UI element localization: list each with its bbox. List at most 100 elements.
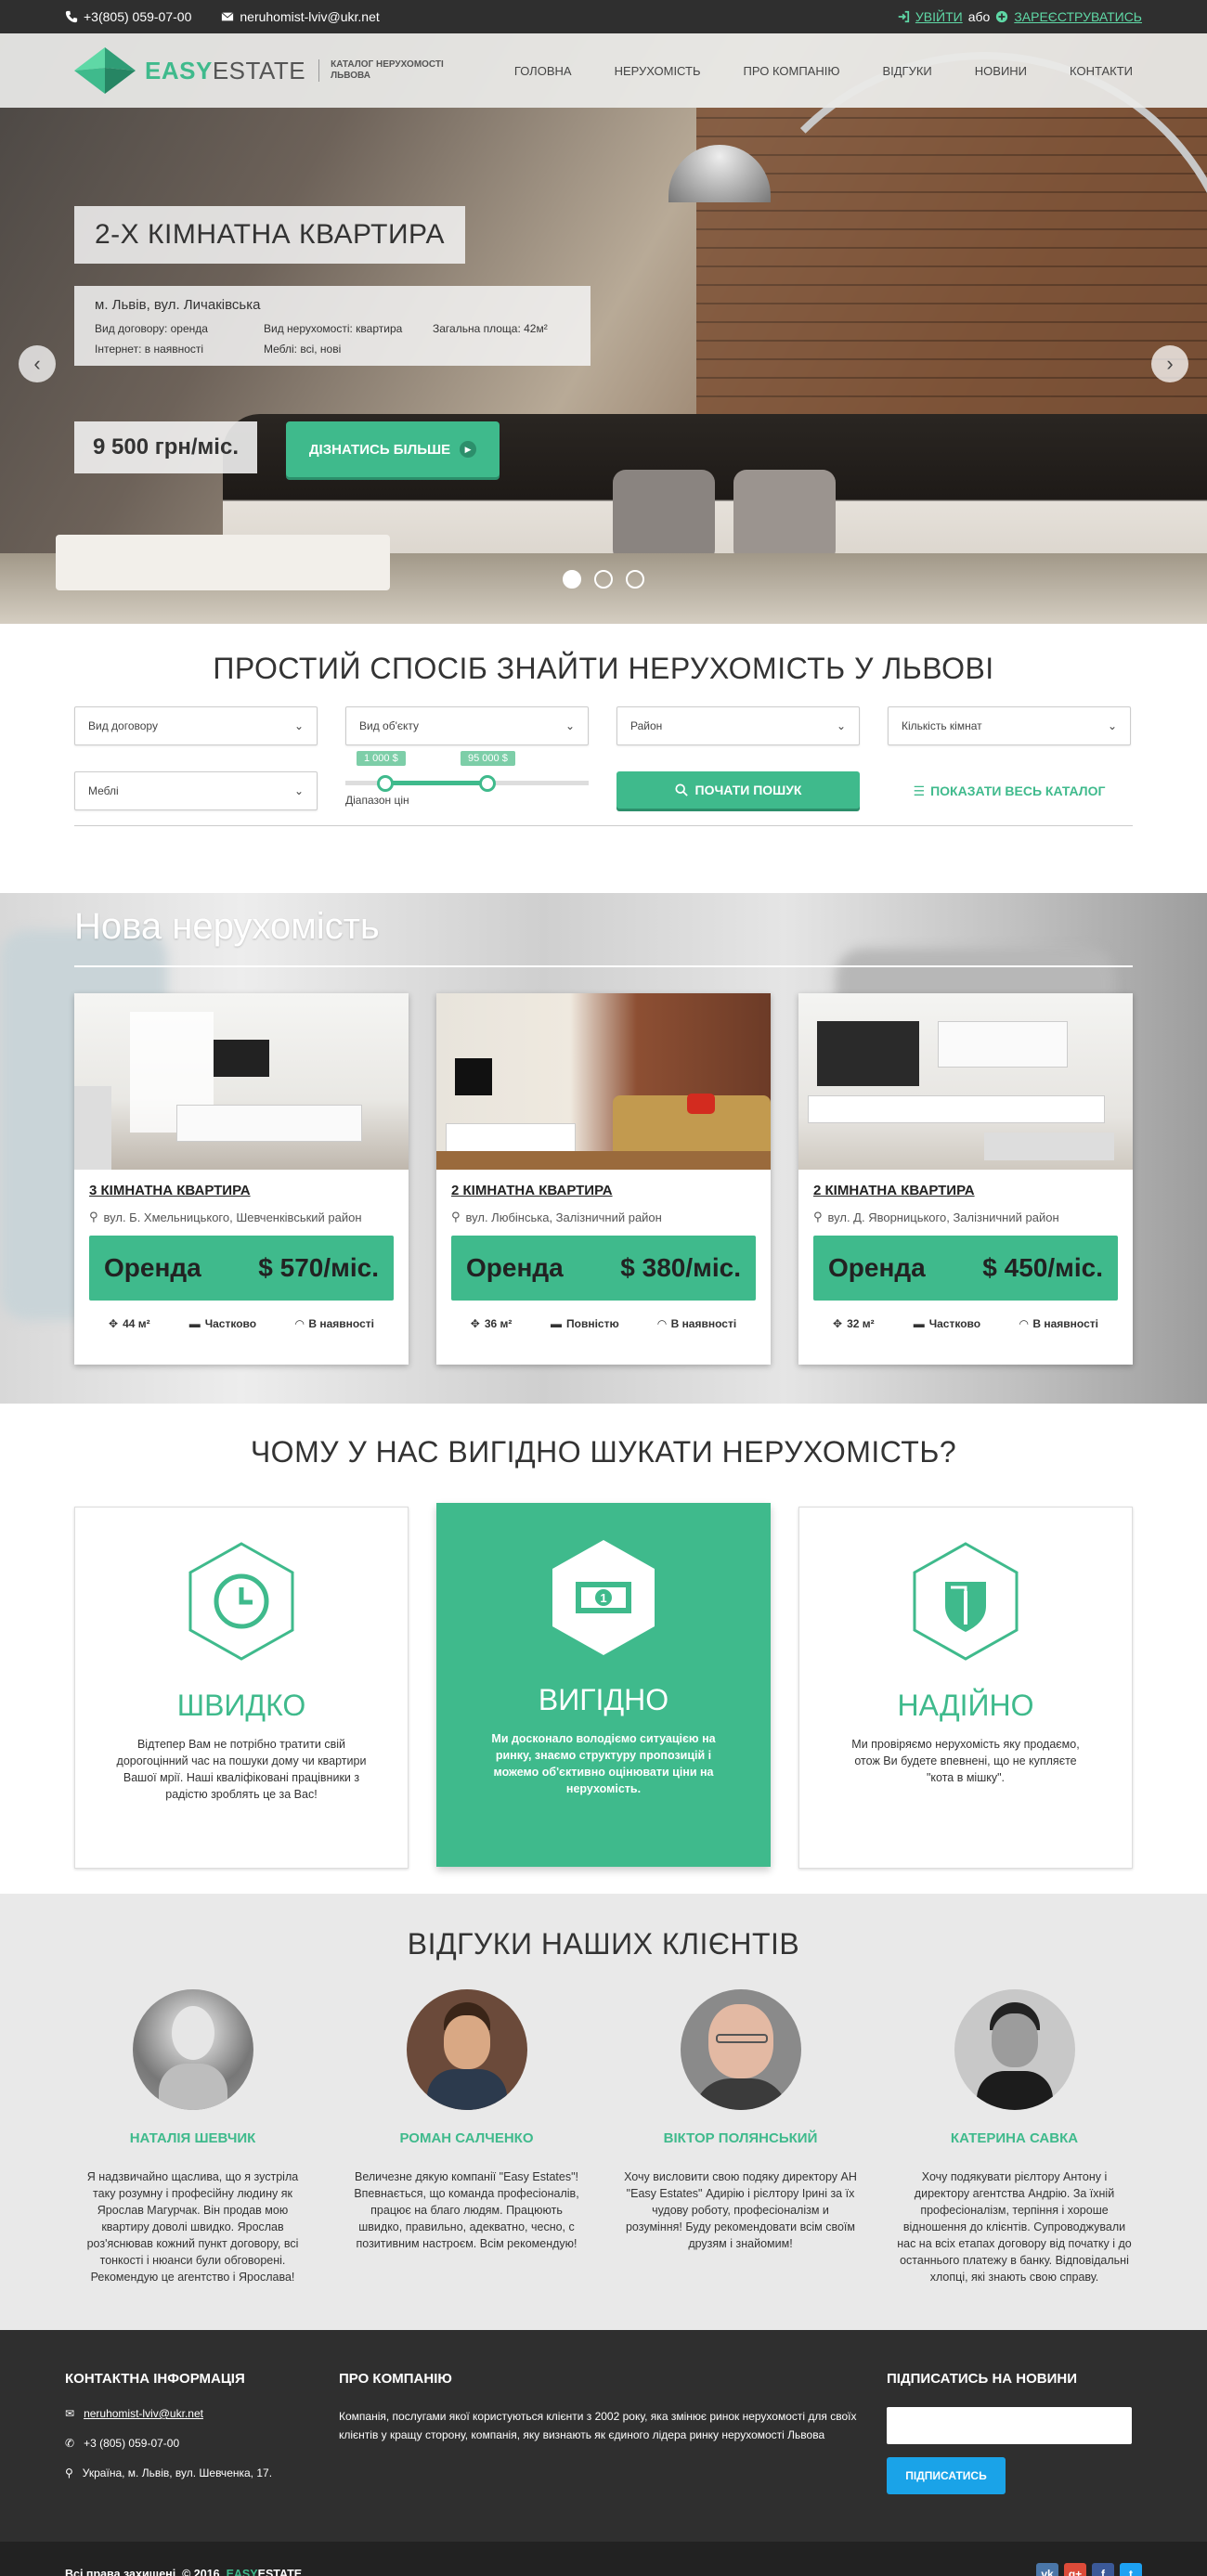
- slider-dot[interactable]: [563, 570, 581, 589]
- hero-photo-pillow: [733, 470, 836, 563]
- footer: КОНТАКТНА ІНФОРМАЦІЯ ✉ neruhomist-lviv@uk…: [0, 2330, 1207, 2542]
- select-value: Вид об'єкту: [359, 719, 420, 732]
- list-icon: ☰: [913, 783, 926, 798]
- copyright-brand-easy: EASY: [226, 2568, 258, 2576]
- benefit-box-active: 1 ВИГІДНО Ми досконало володіємо ситуаці…: [436, 1503, 771, 1867]
- facebook-icon[interactable]: f: [1092, 2563, 1114, 2576]
- register-label: ЗАРЕЄСТРУВАТИСЬ: [1014, 9, 1142, 24]
- furniture-text: Частково: [928, 1317, 981, 1330]
- map-marker-icon: ⚲: [451, 1210, 461, 1223]
- copyright-text: Всі права захищені. © 2016.: [65, 2568, 224, 2576]
- search-section: ПРОСТИЙ СПОСІБ ЗНАЙТИ НЕРУХОМІСТЬ У ЛЬВО…: [0, 624, 1207, 893]
- property-card[interactable]: 2 КІМНАТНА КВАРТИРА ⚲ вул. Любінська, Зал…: [436, 993, 771, 1365]
- nav-item-about[interactable]: ПРО КОМПАНІЮ: [744, 64, 840, 78]
- login-link[interactable]: УВІЙТИ: [897, 9, 963, 24]
- deal-label: Оренда: [104, 1253, 201, 1282]
- reviews-section: ВІДГУКИ НАШИХ КЛІЄНТІВ НАТАЛІЯ ШЕВЧИК Я …: [0, 1894, 1207, 2330]
- wifi-icon: ◠: [1019, 1317, 1029, 1330]
- top-bar: +3(805) 059-07-00 neruhomist-lviv@ukr.ne…: [0, 0, 1207, 33]
- select-value: Вид договору: [88, 719, 158, 732]
- range-max-handle[interactable]: [479, 775, 496, 792]
- benefit-box: ШВИДКО Відтепер Вам не потрібно тратити …: [74, 1507, 409, 1869]
- phone-icon: [65, 10, 78, 23]
- slider-next-button[interactable]: ›: [1151, 345, 1188, 382]
- property-features: ✥ 32 м² ▬ Частково ◠ В наявності: [813, 1317, 1118, 1330]
- show-catalog-link[interactable]: ☰ ПОКАЗАТИ ВЕСЬ КАТАЛОГ: [888, 771, 1131, 810]
- google-plus-icon[interactable]: g+: [1064, 2563, 1086, 2576]
- slider-dot[interactable]: [626, 570, 644, 589]
- nav-item-property[interactable]: НЕРУХОМІСТЬ: [615, 64, 701, 78]
- slider-prev-button[interactable]: ‹: [19, 345, 56, 382]
- email-text: neruhomist-lviv@ukr.net: [240, 9, 380, 24]
- footer-about: ПРО КОМПАНІЮ Компанія, послугами якої ко…: [339, 2371, 887, 2542]
- logo-text-easy: EASY: [145, 56, 213, 84]
- chevron-down-icon: ⌄: [836, 719, 846, 732]
- logo-text-estate: ESTATE: [212, 56, 306, 84]
- property-photo[interactable]: [436, 993, 771, 1170]
- subscribe-button[interactable]: ПІДПИСАТИСЬ: [887, 2457, 1006, 2494]
- area-feature: ✥ 32 м²: [833, 1317, 875, 1330]
- reviewer-name: НАТАЛІЯ ШЕВЧИК: [129, 2130, 256, 2146]
- bed-icon: ▬: [551, 1317, 563, 1330]
- contract-type-select[interactable]: Вид договору ⌄: [74, 706, 318, 745]
- hero-photo-pillow: [613, 470, 715, 563]
- show-catalog-label: ПОКАЗАТИ ВЕСЬ КАТАЛОГ: [930, 783, 1106, 798]
- search-icon: [674, 783, 688, 796]
- slide-title: 2-Х КІМНАТНА КВАРТИРА: [74, 206, 466, 264]
- map-marker-icon: ⚲: [89, 1210, 98, 1223]
- expand-icon: ✥: [470, 1317, 480, 1330]
- phone-contact: +3(805) 059-07-00: [65, 9, 191, 24]
- property-price-bar: Оренда $ 570/міс.: [89, 1236, 394, 1301]
- slide-fact: Вид нерухомості: квартира: [264, 322, 403, 335]
- property-title[interactable]: 3 КІМНАТНА КВАРТИРА: [89, 1183, 394, 1198]
- review-item: ВІКТОР ПОЛЯНСЬКИЙ Хочу висловити свою по…: [622, 1989, 859, 2285]
- twitter-icon[interactable]: t: [1120, 2563, 1142, 2576]
- area-text: 44 м²: [123, 1317, 150, 1330]
- nav-item-contacts[interactable]: КОНТАКТИ: [1070, 64, 1133, 78]
- slider-dot[interactable]: [594, 570, 613, 589]
- area-feature: ✥ 44 м²: [109, 1317, 150, 1330]
- range-min-handle[interactable]: [377, 775, 394, 792]
- nav-item-reviews[interactable]: ВІДГУКИ: [882, 64, 931, 78]
- wifi-icon: ◠: [295, 1317, 305, 1330]
- start-search-button[interactable]: ПОЧАТИ ПОШУК: [616, 771, 860, 809]
- chevron-right-icon: ▶: [460, 441, 477, 458]
- learn-more-button[interactable]: ДІЗНАТИСЬ БІЛЬШЕ ▶: [286, 421, 500, 477]
- property-price-bar: Оренда $ 450/міс.: [813, 1236, 1118, 1301]
- property-photo[interactable]: [74, 993, 409, 1170]
- furniture-feature: ▬ Частково: [189, 1317, 256, 1330]
- property-card[interactable]: 3 КІМНАТНА КВАРТИРА ⚲ вул. Б. Хмельницько…: [74, 993, 409, 1365]
- footer-email[interactable]: ✉ neruhomist-lviv@ukr.net: [65, 2407, 339, 2420]
- site-logo[interactable]: EASYESTATE КАТАЛОГ НЕРУХОМОСТІ ЛЬВОВА: [74, 47, 448, 94]
- nav-item-home[interactable]: ГОЛОВНА: [514, 64, 572, 78]
- property-photo[interactable]: [798, 993, 1133, 1170]
- sign-in-icon: [898, 10, 910, 23]
- object-type-select[interactable]: Вид об'єкту ⌄: [345, 706, 589, 745]
- wifi-icon: ◠: [657, 1317, 667, 1330]
- internet-text: В наявності: [1032, 1317, 1098, 1330]
- rooms-select[interactable]: Кількість кімнат ⌄: [888, 706, 1131, 745]
- property-card[interactable]: 2 КІМНАТНА КВАРТИРА ⚲ вул. Д. Яворницьког…: [798, 993, 1133, 1365]
- slide-fact: Загальна площа: 42м²: [433, 322, 548, 335]
- footer-about-text: Компанія, послугами якої користуються кл…: [339, 2410, 857, 2441]
- slide-price: 9 500 грн/міс.: [74, 421, 257, 473]
- footer-subscribe: ПІДПИСАТИСЬ НА НОВИНИ ПІДПИСАТИСЬ: [887, 2371, 1132, 2542]
- chevron-down-icon: ⌄: [565, 719, 575, 732]
- footer-about-title: ПРО КОМПАНІЮ: [339, 2371, 452, 2387]
- register-link[interactable]: ЗАРЕЄСТРУВАТИСЬ: [995, 9, 1142, 24]
- subscribe-email-input[interactable]: [887, 2407, 1132, 2444]
- nav-item-news[interactable]: НОВИНИ: [975, 64, 1027, 78]
- district-select[interactable]: Район ⌄: [616, 706, 860, 745]
- reviewer-name: КАТЕРИНА САВКА: [950, 2130, 1079, 2146]
- furniture-select[interactable]: Меблі ⌄: [74, 771, 318, 810]
- avatar: [680, 1989, 801, 2110]
- benefit-title: НАДІЙНО: [897, 1689, 1034, 1722]
- chevron-left-icon: ‹: [33, 352, 41, 375]
- property-title[interactable]: 2 КІМНАТНА КВАРТИРА: [451, 1183, 756, 1198]
- learn-more-label: ДІЗНАТИСЬ БІЛЬШЕ: [308, 441, 451, 458]
- vk-icon[interactable]: vk: [1036, 2563, 1058, 2576]
- price-range-slider[interactable]: 1 000 $ 95 000 $ Діапазон цін: [345, 751, 589, 810]
- plus-circle-icon: [996, 10, 1008, 23]
- property-title[interactable]: 2 КІМНАТНА КВАРТИРА: [813, 1183, 1118, 1198]
- review-text: Хочу подякувати рієлтору Антону і директ…: [897, 2170, 1132, 2284]
